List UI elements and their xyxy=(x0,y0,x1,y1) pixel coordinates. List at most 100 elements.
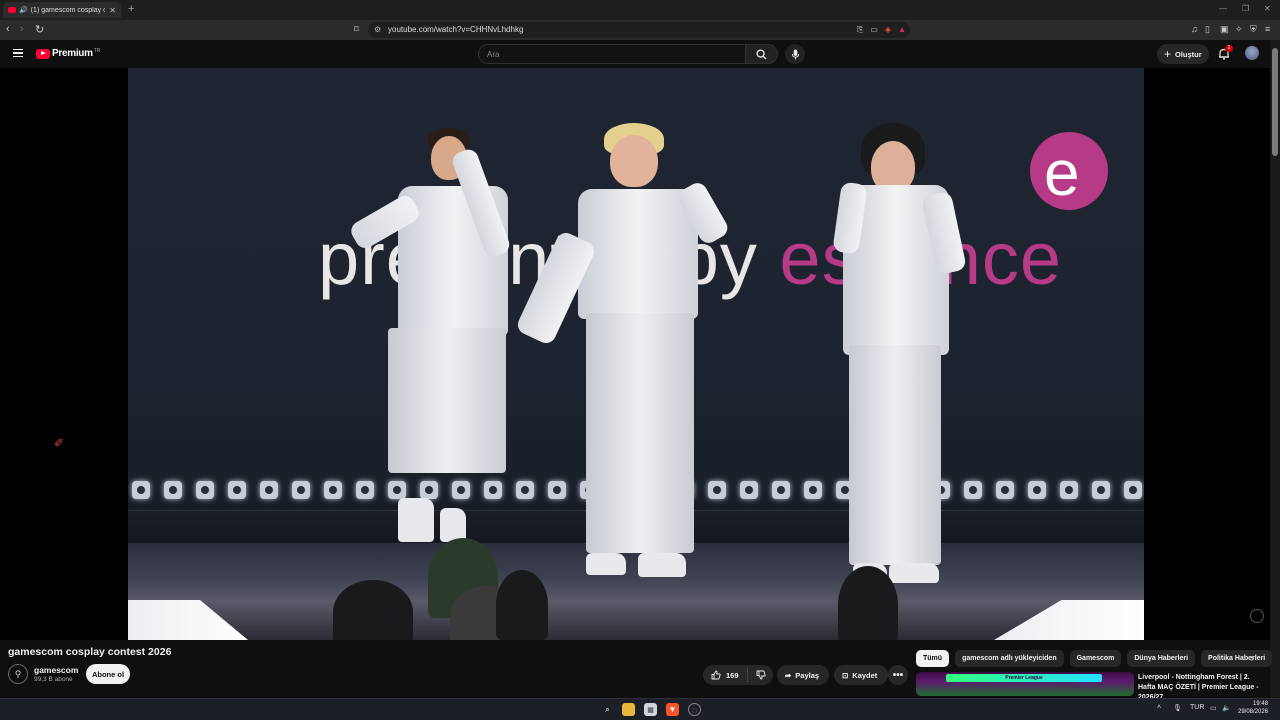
chip-from-uploader[interactable]: gamescom adlı yükleyiciden xyxy=(955,650,1064,667)
video-frame[interactable]: e presented by essence xyxy=(128,68,1144,640)
more-actions-button[interactable]: ••• xyxy=(888,665,908,685)
bookmark-save-icon: ⊡ xyxy=(842,670,849,680)
performer-left xyxy=(347,128,528,548)
brave-rewards-icon[interactable]: ▲ xyxy=(898,25,906,35)
translate-icon[interactable]: ⎘ xyxy=(857,25,863,35)
performer-right xyxy=(832,123,1013,583)
chevron-right-icon[interactable]: › xyxy=(1244,650,1261,667)
create-button[interactable]: + Oluştur xyxy=(1157,44,1209,64)
volume-icon[interactable]: 🔈 xyxy=(1222,704,1231,712)
create-label: Oluştur xyxy=(1175,49,1202,59)
audio-playing-icon[interactable]: 🔊 xyxy=(19,6,28,14)
wallet-icon[interactable]: ▣ xyxy=(1220,24,1229,35)
forward-icon[interactable]: › xyxy=(20,23,24,35)
share-button[interactable]: ➦ Paylaş xyxy=(777,665,829,685)
audience-head xyxy=(496,570,548,640)
site-info-icon[interactable]: ⚙ xyxy=(374,25,381,34)
more-dots-icon: ••• xyxy=(892,669,904,681)
logo-text: Premium xyxy=(52,48,93,59)
taskbar-clock[interactable]: 19:48 29/08/2026 xyxy=(1238,700,1268,716)
microphone-icon xyxy=(791,49,799,59)
media-icon[interactable]: ♫ xyxy=(1191,24,1198,34)
new-tab-icon[interactable]: + xyxy=(128,3,134,15)
address-bar[interactable]: ⚙ youtube.com/watch?v=CHHNvLhdhkg ⎘ ▭ ◈ … xyxy=(368,22,910,38)
video-player[interactable]: e presented by essence xyxy=(0,68,1270,640)
leo-ai-icon[interactable]: ✧ xyxy=(1235,24,1243,35)
cast-icon[interactable]: ▭ xyxy=(870,25,878,35)
youtube-header: Premium TR + Oluştur 1 xyxy=(0,40,1280,68)
thumbs-up-icon xyxy=(711,670,721,680)
windows-start-icon[interactable] xyxy=(579,703,592,716)
audience-head xyxy=(333,580,413,640)
channel-name[interactable]: gamescom xyxy=(34,665,78,675)
restore-icon[interactable]: ❐ xyxy=(1242,4,1249,13)
subscriber-count: 99,3 B abone xyxy=(34,676,73,683)
microphone-tray-icon[interactable]: 🎙 xyxy=(1173,704,1182,712)
branding-watermark-icon[interactable] xyxy=(1250,609,1264,623)
chip-gamescom[interactable]: Gamescom xyxy=(1069,650,1122,667)
brave-shields-icon[interactable]: ◈ xyxy=(885,25,891,35)
clock-date: 29/08/2026 xyxy=(1238,709,1269,715)
search-box xyxy=(478,44,746,64)
performer-center xyxy=(514,123,738,583)
youtube-logo[interactable]: Premium TR xyxy=(36,48,100,59)
vpn-icon[interactable]: ⛨ xyxy=(1250,24,1257,35)
back-icon[interactable]: ‹ xyxy=(6,23,10,35)
close-tab-icon[interactable]: ✕ xyxy=(109,6,116,15)
share-arrow-icon: ➦ xyxy=(785,670,792,680)
minimize-icon[interactable]: — xyxy=(1219,4,1227,13)
browser-tab[interactable]: 🔊 (1) gamescom cosplay conte ✕ xyxy=(3,2,121,18)
close-window-icon[interactable]: ✕ xyxy=(1264,4,1271,13)
plus-icon: + xyxy=(1164,47,1172,61)
video-title: gamescom cosplay contest 2026 xyxy=(8,646,172,658)
page-scrollbar[interactable] xyxy=(1270,40,1280,720)
save-button[interactable]: ⊡ Kaydet xyxy=(834,665,888,685)
bookmark-icon[interactable]: ⌑ xyxy=(354,24,359,35)
like-dislike-group: 169 xyxy=(703,665,773,685)
menu-icon[interactable] xyxy=(13,49,23,57)
taskbar-search-icon[interactable]: ⌕ xyxy=(601,703,614,716)
language-indicator[interactable]: TUR xyxy=(1190,704,1204,711)
windows-taskbar: ⌕ ▦ ▼ ◌ ˄ 🎙 TUR ▭ 🔈 xyxy=(0,698,1280,720)
scrollbar-thumb[interactable] xyxy=(1272,48,1278,156)
url-text: youtube.com/watch?v=CHHNvLhdhkg xyxy=(388,25,524,34)
browser-menu-icon[interactable]: ≡ xyxy=(1265,24,1270,34)
search-button[interactable] xyxy=(746,44,778,64)
search-input[interactable] xyxy=(487,48,737,60)
save-label: Kaydet xyxy=(852,670,878,680)
like-button[interactable]: 169 xyxy=(703,668,748,682)
tray-chevron-icon[interactable]: ˄ xyxy=(1157,704,1161,711)
share-label: Paylaş xyxy=(795,670,820,680)
reload-icon[interactable]: ↻ xyxy=(35,23,44,36)
notification-badge: 1 xyxy=(1225,45,1233,52)
brave-browser-icon[interactable]: ▼ xyxy=(666,703,679,716)
clock-time: 19:48 xyxy=(1253,701,1269,707)
voice-search-button[interactable] xyxy=(785,44,805,64)
search-icon xyxy=(756,48,767,60)
youtube-play-icon xyxy=(36,48,50,59)
chip-all[interactable]: Tümü xyxy=(916,650,950,667)
thumbnail-label: Premier League xyxy=(946,674,1102,682)
audience-head xyxy=(838,566,898,640)
channel-avatar[interactable]: ⚲ xyxy=(8,664,28,684)
recommended-video-thumbnail[interactable]: Premier League xyxy=(916,672,1134,696)
sidebar-icon[interactable]: ▯ xyxy=(1205,24,1210,35)
calendar-app-icon[interactable]: ▦ xyxy=(644,703,657,716)
like-count: 169 xyxy=(726,670,739,680)
subscribe-button[interactable]: Abone ol xyxy=(86,664,130,684)
chip-world-news[interactable]: Dünya Haberleri xyxy=(1127,650,1196,667)
logo-country: TR xyxy=(93,47,101,54)
network-icon[interactable]: ▭ xyxy=(1210,704,1217,712)
thumbs-down-icon xyxy=(756,670,766,680)
recommendation-chips: Tümü gamescom adlı yükleyiciden Gamescom… xyxy=(916,650,1273,667)
account-avatar[interactable] xyxy=(1245,46,1259,60)
cursor-indicator-icon: ✐ xyxy=(54,436,65,450)
browser-tabstrip: 🔊 (1) gamescom cosplay conte ✕ + — ❐ ✕ xyxy=(0,0,1280,20)
app-icon[interactable]: ◌ xyxy=(688,703,701,716)
tab-title: (1) gamescom cosplay conte xyxy=(30,6,106,14)
youtube-favicon-icon xyxy=(8,7,16,13)
dislike-button[interactable] xyxy=(748,670,766,680)
location-pin-icon: ⚲ xyxy=(14,668,22,679)
chip-politics-news[interactable]: Politika Haberleri xyxy=(1201,650,1273,667)
file-explorer-icon[interactable] xyxy=(622,703,635,716)
